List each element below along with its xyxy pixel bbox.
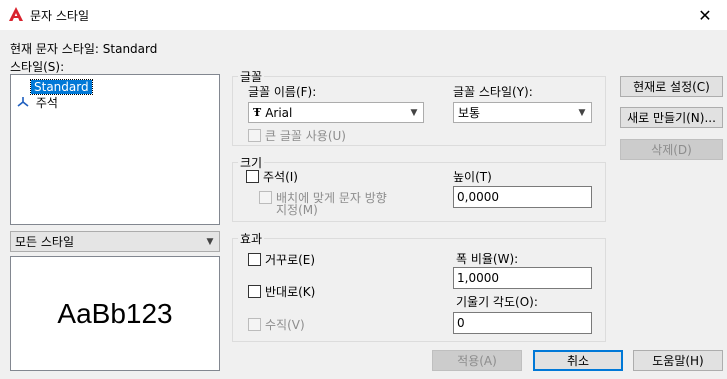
width-factor-label: 폭 비율(W): [456, 252, 519, 266]
annotative-option[interactable]: 주석(I) [246, 168, 298, 185]
close-button[interactable]: ✕ [683, 0, 727, 30]
annotative-checkbox[interactable] [246, 170, 259, 183]
cancel-button[interactable]: 취소 [533, 350, 623, 371]
list-item-annotative[interactable]: 주석 [17, 95, 58, 111]
match-orientation-checkbox[interactable] [259, 191, 272, 204]
font-style-dropdown[interactable]: 보통 ▼ [453, 102, 592, 123]
delete-style-button[interactable]: 삭제(D) [620, 139, 723, 160]
window-title: 문자 스타일 [30, 9, 90, 23]
chevron-down-icon: ▼ [206, 236, 214, 247]
big-font-option[interactable]: 큰 글꼴 사용(U) [248, 127, 346, 144]
list-item-standard[interactable]: Standard [30, 79, 93, 95]
autocad-logo-icon [8, 6, 24, 22]
title-bar [0, 0, 727, 30]
list-item-label: Standard [30, 79, 93, 95]
styles-label: 스타일(S): [10, 60, 65, 74]
style-filter-dropdown[interactable]: 모든 스타일 ▼ [10, 231, 220, 252]
backwards-checkbox[interactable] [248, 285, 261, 298]
vertical-checkbox[interactable] [248, 318, 261, 331]
effects-group-title: 효과 [238, 230, 265, 247]
help-button[interactable]: 도움말(H) [633, 350, 723, 371]
upside-down-checkbox[interactable] [248, 253, 261, 266]
upside-down-option[interactable]: 거꾸로(E) [248, 251, 315, 268]
style-preview: AaBb123 [10, 256, 220, 371]
font-style-label: 글꼴 스타일(Y): [453, 85, 533, 99]
close-icon: ✕ [698, 5, 712, 25]
vertical-label: 수직(V) [265, 318, 305, 332]
big-font-label: 큰 글꼴 사용(U) [265, 129, 346, 143]
list-item-label: 주석 [35, 96, 58, 110]
font-style-value: 보통 [458, 106, 481, 120]
backwards-option[interactable]: 반대로(K) [248, 283, 315, 300]
annotative-label: 주석(I) [263, 170, 298, 184]
annotative-icon [17, 96, 29, 112]
match-orientation-label-2: 지정(M) [276, 203, 318, 217]
styles-list[interactable]: Standard 주석 [10, 74, 220, 225]
backwards-label: 반대로(K) [265, 285, 316, 299]
new-style-button[interactable]: 새로 만들기(N)... [620, 107, 723, 128]
truetype-icon: Ŧ [253, 106, 262, 119]
preview-text: AaBb123 [57, 297, 173, 329]
apply-button[interactable]: 적용(A) [432, 350, 522, 371]
width-factor-input[interactable]: 1,0000 [453, 267, 592, 289]
font-name-value: Arial [265, 105, 293, 120]
upside-down-label: 거꾸로(E) [265, 253, 316, 267]
oblique-angle-input[interactable]: 0 [453, 312, 592, 334]
chevron-down-icon: ▼ [410, 107, 418, 118]
chevron-down-icon: ▼ [578, 107, 586, 118]
font-name-label: 글꼴 이름(F): [248, 85, 317, 99]
height-label: 높이(T) [453, 170, 492, 184]
vertical-option[interactable]: 수직(V) [248, 316, 305, 333]
oblique-angle-label: 기울기 각도(O): [456, 295, 538, 309]
font-name-dropdown[interactable]: Ŧ Arial ▼ [248, 102, 424, 123]
current-style-label: 현재 문자 스타일: Standard [10, 42, 158, 56]
set-current-button[interactable]: 현재로 설정(C) [620, 76, 723, 97]
big-font-checkbox[interactable] [248, 129, 261, 142]
style-filter-value: 모든 스타일 [15, 235, 75, 249]
height-input[interactable]: 0,0000 [453, 186, 592, 208]
